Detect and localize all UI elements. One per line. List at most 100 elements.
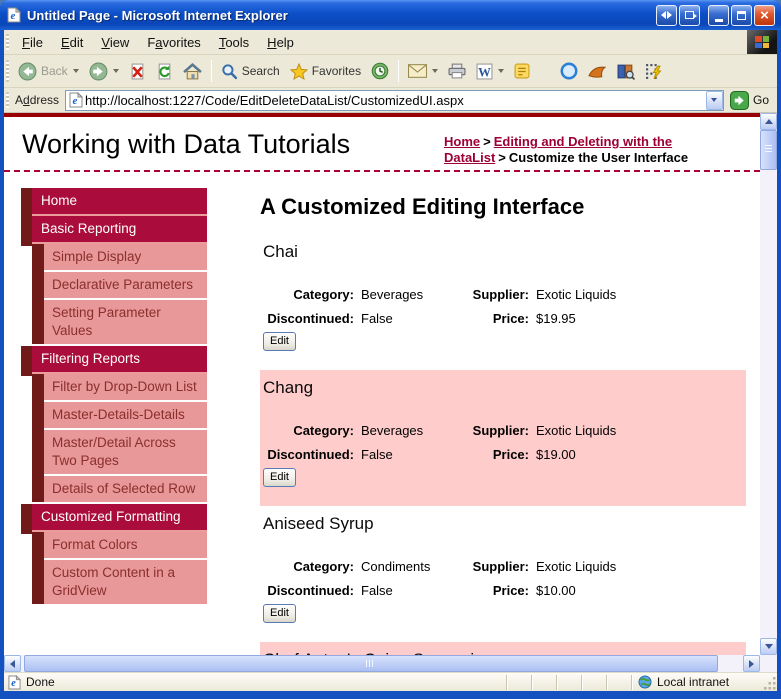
research-button[interactable] [612, 60, 640, 83]
search-icon [222, 63, 237, 79]
breadcrumb-link-home[interactable]: Home [444, 134, 480, 149]
category-label: Category: [293, 423, 354, 438]
print-button[interactable] [443, 60, 471, 82]
addressbar-grip[interactable] [6, 91, 9, 109]
status-text: Done [26, 675, 55, 689]
fox-addon-button[interactable] [583, 61, 612, 82]
discontinued-label: Discontinued: [267, 447, 354, 462]
vertical-scrollbar[interactable] [760, 113, 777, 655]
home-icon [182, 62, 202, 79]
sidebar-item-simple-display[interactable]: Simple Display [44, 244, 207, 270]
product-details: Category: Beverages Supplier: Exotic Liq… [263, 423, 746, 463]
category-value: Condiments [361, 559, 431, 574]
status-pane [581, 674, 606, 690]
horizontal-scroll-thumb[interactable] [24, 655, 718, 672]
scroll-right-button[interactable] [743, 655, 760, 672]
windows-logo [747, 30, 777, 54]
messenger-button[interactable] [555, 59, 583, 83]
menu-tools[interactable]: Tools [210, 31, 258, 54]
category-label: Category: [293, 559, 354, 574]
supplier-value: Exotic Liquids [536, 423, 617, 438]
sidebar-item-setting-parameter-values[interactable]: Setting Parameter Values [44, 300, 207, 344]
scroll-up-button[interactable] [760, 113, 777, 130]
minimize-icon [714, 18, 723, 22]
go-button[interactable]: Go [724, 90, 777, 110]
scroll-down-button[interactable] [760, 638, 777, 655]
scroll-left-button[interactable] [4, 655, 21, 672]
menu-favorites[interactable]: Favorites [138, 31, 209, 54]
favorites-label: Favorites [311, 64, 362, 78]
price-label: Price: [492, 583, 529, 598]
ie-page-icon: e [69, 92, 84, 108]
menu-help[interactable]: Help [258, 31, 303, 54]
standard-toolbar: Back Search Favorites W [4, 55, 777, 88]
print-icon [448, 63, 466, 79]
popout-button[interactable] [679, 4, 700, 26]
tile-windows-icon [661, 11, 666, 19]
sidebar-item-master-detail-across-two-pages[interactable]: Master/Detail Across Two Pages [44, 430, 207, 474]
menu-file[interactable]: File [13, 31, 52, 54]
back-icon [18, 62, 37, 80]
edit-button[interactable]: Edit [263, 332, 296, 351]
discuss-button[interactable] [509, 60, 535, 82]
sidebar-item-master-details-details[interactable]: Master-Details-Details [44, 402, 207, 428]
edit-with-word-dropdown-icon [498, 69, 505, 73]
edit-button[interactable]: Edit [263, 468, 296, 487]
refresh-button[interactable] [151, 60, 178, 83]
status-pane [606, 674, 631, 690]
intranet-globe-icon [638, 675, 652, 689]
arrow-up-icon [764, 119, 773, 124]
forward-button[interactable] [84, 59, 124, 84]
back-dropdown-icon [72, 69, 79, 73]
menu-view[interactable]: View [92, 31, 138, 54]
svg-text:e: e [11, 678, 16, 689]
address-input[interactable] [83, 91, 706, 109]
toolbar-grip[interactable] [6, 59, 9, 83]
maximize-button[interactable] [731, 4, 752, 26]
grid-bolt-addon-button[interactable] [640, 60, 667, 83]
sidebar-item-declarative-parameters[interactable]: Declarative Parameters [44, 272, 207, 298]
maximize-icon [737, 10, 746, 20]
category-value: Beverages [361, 287, 424, 302]
sidebar-item-details-of-selected-row[interactable]: Details of Selected Row [44, 476, 207, 502]
resize-grip[interactable] [763, 675, 777, 690]
edit-button[interactable]: Edit [263, 604, 296, 623]
tile-windows-button[interactable] [656, 4, 677, 26]
svg-text:W: W [478, 65, 491, 79]
history-button[interactable] [366, 59, 394, 83]
breadcrumb-current: Customize the User Interface [508, 150, 689, 165]
menu-edit[interactable]: Edit [52, 31, 92, 54]
windows-flag-icon [755, 36, 769, 48]
favorites-button[interactable]: Favorites [285, 60, 366, 83]
go-icon [729, 90, 749, 110]
discontinued-label: Discontinued: [267, 583, 354, 598]
product-name: Chai [263, 242, 298, 261]
sidebar-item-custom-content[interactable]: Custom Content in a GridView [44, 560, 207, 604]
mail-button[interactable] [403, 61, 443, 81]
discontinued-value: False [361, 583, 393, 598]
sidebar-item-filter-by-drop-down-list[interactable]: Filter by Drop-Down List [44, 374, 207, 400]
product-item-aniseed-syrup: Aniseed Syrup Category: Condiments Suppl… [260, 506, 746, 642]
product-details: Category: Beverages Supplier: Exotic Liq… [263, 287, 746, 327]
search-button[interactable]: Search [216, 60, 285, 83]
sidebar-item-filtering-reports[interactable]: Filtering Reports [21, 346, 207, 376]
horizontal-scrollbar[interactable] [4, 655, 760, 672]
sidebar-item-basic-reporting[interactable]: Basic Reporting [21, 216, 207, 246]
sidebar-item-format-colors[interactable]: Format Colors [44, 532, 207, 558]
minimize-button[interactable] [708, 4, 729, 26]
menubar-grip[interactable] [6, 33, 9, 51]
close-button[interactable]: × [754, 4, 775, 26]
favorites-icon [289, 62, 308, 80]
svg-text:e: e [11, 10, 16, 22]
sidebar-item-home[interactable]: Home [21, 188, 207, 218]
svg-text:e: e [73, 95, 78, 107]
status-pane [556, 674, 581, 690]
edit-with-word-button[interactable]: W [471, 60, 509, 83]
stop-button[interactable] [124, 60, 151, 83]
scrollbar-corner [760, 655, 777, 672]
back-button[interactable]: Back [13, 59, 84, 84]
home-button[interactable] [178, 60, 207, 83]
vertical-scroll-thumb[interactable] [760, 130, 777, 170]
address-dropdown-button[interactable] [705, 90, 723, 110]
sidebar-item-customized-formatting[interactable]: Customized Formatting [21, 504, 207, 534]
